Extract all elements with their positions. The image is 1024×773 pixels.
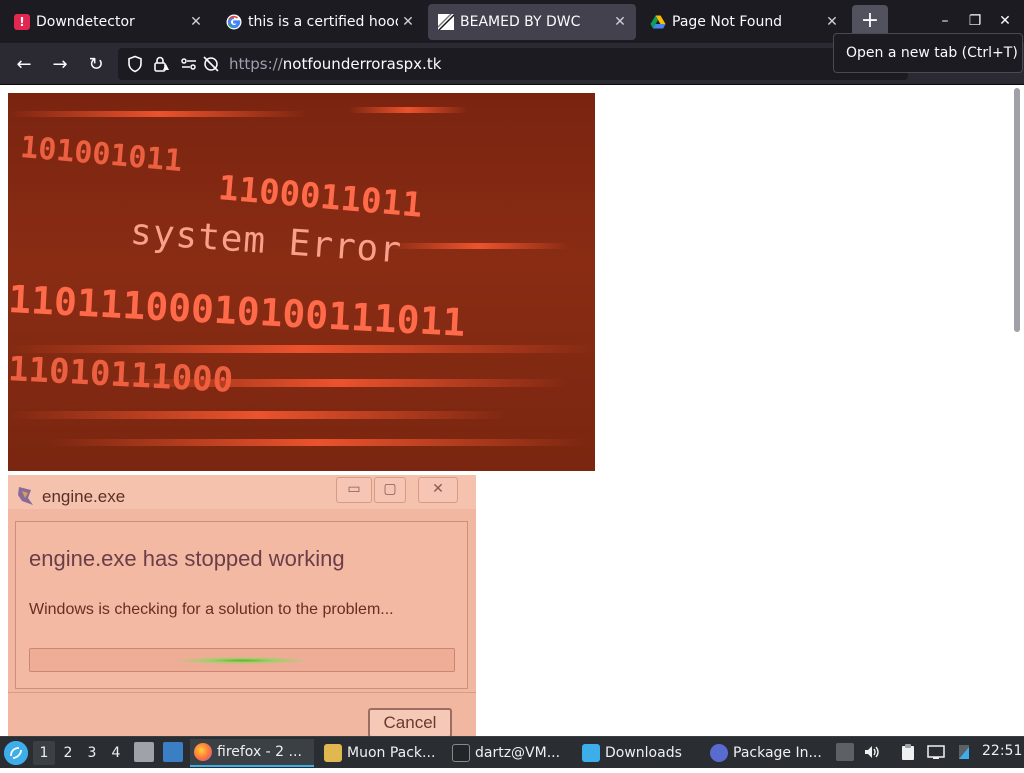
show-desktop-icon[interactable] (163, 742, 183, 762)
muon-icon (324, 744, 342, 762)
binary-row: 1100011011 (216, 168, 425, 226)
light-streak (8, 111, 308, 117)
google-icon (226, 14, 242, 30)
dialog-progress-bar (29, 648, 455, 672)
progress-glow (177, 657, 307, 664)
dialog-maximize-icon: ▢ (374, 477, 406, 503)
url-text[interactable]: https://notfounderroraspx.tk (229, 55, 441, 73)
tab-close-icon[interactable]: ✕ (398, 12, 418, 32)
tab-close-icon[interactable]: ✕ (822, 12, 842, 32)
beamed-icon (438, 14, 454, 30)
reload-button[interactable]: ↻ (82, 51, 110, 79)
tab-title: this is a certified hood (248, 14, 398, 30)
dialog-heading: engine.exe has stopped working (29, 546, 345, 571)
close-window-icon[interactable]: ✕ (994, 10, 1016, 32)
battery-icon[interactable] (955, 743, 973, 761)
dialog-close-icon: ✕ (418, 477, 458, 503)
tab-title: BEAMED BY DWC (460, 14, 581, 30)
binary-row: 11011100010100111011 (8, 277, 467, 345)
minimize-icon[interactable]: – (934, 10, 956, 32)
forward-button[interactable]: → (46, 51, 74, 79)
desktop-2-button[interactable]: 2 (57, 741, 79, 765)
network-icon[interactable] (927, 743, 945, 761)
tracking-blocked-icon[interactable] (202, 55, 220, 73)
new-tab-tooltip: Open a new tab (Ctrl+T) (833, 33, 1023, 73)
url-protocol: https:// (229, 55, 283, 73)
url-host: notfounderroraspx.tk (282, 55, 442, 73)
tray-menu-icon[interactable] (836, 743, 854, 761)
clipboard-icon[interactable] (899, 743, 917, 761)
dialog-body: engine.exe has stopped working Windows i… (15, 521, 468, 689)
task-muon-package-manager[interactable]: Muon Pack... (320, 739, 442, 767)
task-downloads-folder[interactable]: Downloads (578, 739, 702, 767)
volume-icon[interactable] (863, 743, 881, 761)
google-drive-icon (650, 14, 666, 30)
tab-close-icon[interactable]: ✕ (610, 12, 630, 32)
restore-icon[interactable]: ❐ (964, 10, 986, 32)
app-icon (16, 485, 36, 507)
dialog-cancel-button: Cancel (368, 708, 452, 736)
dialog-minimize-icon: ▭ (336, 477, 372, 503)
system-error-image: 101001011 1100011011 system Error 110111… (8, 93, 595, 471)
page-content: 101001011 1100011011 system Error 110111… (0, 86, 1024, 736)
task-label: Downloads (605, 745, 682, 761)
lock-warning-icon[interactable] (152, 55, 170, 73)
tab-page-not-found[interactable]: Page Not Found ✕ (640, 4, 848, 40)
task-package-installer[interactable]: Package In... (706, 739, 830, 767)
tab-close-icon[interactable]: ✕ (186, 12, 206, 32)
terminal-icon (452, 744, 470, 762)
desktop-1-button[interactable]: 1 (33, 741, 55, 765)
task-firefox[interactable]: firefox - 2 ... (190, 739, 314, 767)
dialog-title: engine.exe (42, 487, 126, 506)
light-streak (108, 379, 568, 387)
task-terminal[interactable]: dartz@VM... (448, 739, 572, 767)
tab-title: Downdetector (36, 14, 135, 30)
task-label: dartz@VM... (475, 745, 561, 761)
light-streak (388, 243, 568, 249)
permissions-icon[interactable] (180, 55, 198, 73)
start-menu-button[interactable] (4, 741, 28, 765)
package-icon (710, 744, 728, 762)
desktop-4-button[interactable]: 4 (105, 741, 127, 765)
tab-certified-hood[interactable]: this is a certified hood ✕ (216, 4, 424, 40)
desktop-3-button[interactable]: 3 (81, 741, 103, 765)
task-label: Muon Pack... (347, 745, 436, 761)
light-streak (8, 411, 508, 419)
scrollbar-thumb[interactable] (1014, 88, 1020, 332)
binary-row: 11010111000 (8, 349, 235, 401)
light-streak (348, 107, 468, 113)
light-streak (8, 345, 595, 353)
firefox-icon (194, 743, 212, 761)
file-manager-launcher-icon[interactable] (134, 742, 154, 762)
task-label: firefox - 2 ... (217, 744, 302, 760)
binary-row: 101001011 (18, 129, 184, 180)
taskbar: 1 2 3 4 firefox - 2 ... Muon Pack... dar… (0, 736, 1024, 768)
tab-title: Page Not Found (672, 14, 783, 30)
task-label: Package In... (733, 745, 822, 761)
back-button[interactable]: ← (10, 51, 38, 79)
tab-beamed-by-dwc[interactable]: BEAMED BY DWC ✕ (428, 4, 636, 40)
dialog-message: Windows is checking for a solution to th… (29, 601, 394, 618)
folder-icon (582, 744, 600, 762)
clock[interactable]: 22:51 (982, 743, 1022, 759)
light-streak (48, 439, 588, 446)
shield-icon[interactable] (126, 55, 144, 73)
url-bar[interactable]: https://notfounderroraspx.tk (118, 48, 908, 80)
exclamation-icon: ! (14, 14, 30, 30)
tab-downdetector[interactable]: ! Downdetector ✕ (4, 4, 212, 40)
dialog-divider (8, 692, 476, 693)
stopped-working-dialog-image: engine.exe ▭ ▢ ✕ engine.exe has stopped … (8, 475, 476, 736)
